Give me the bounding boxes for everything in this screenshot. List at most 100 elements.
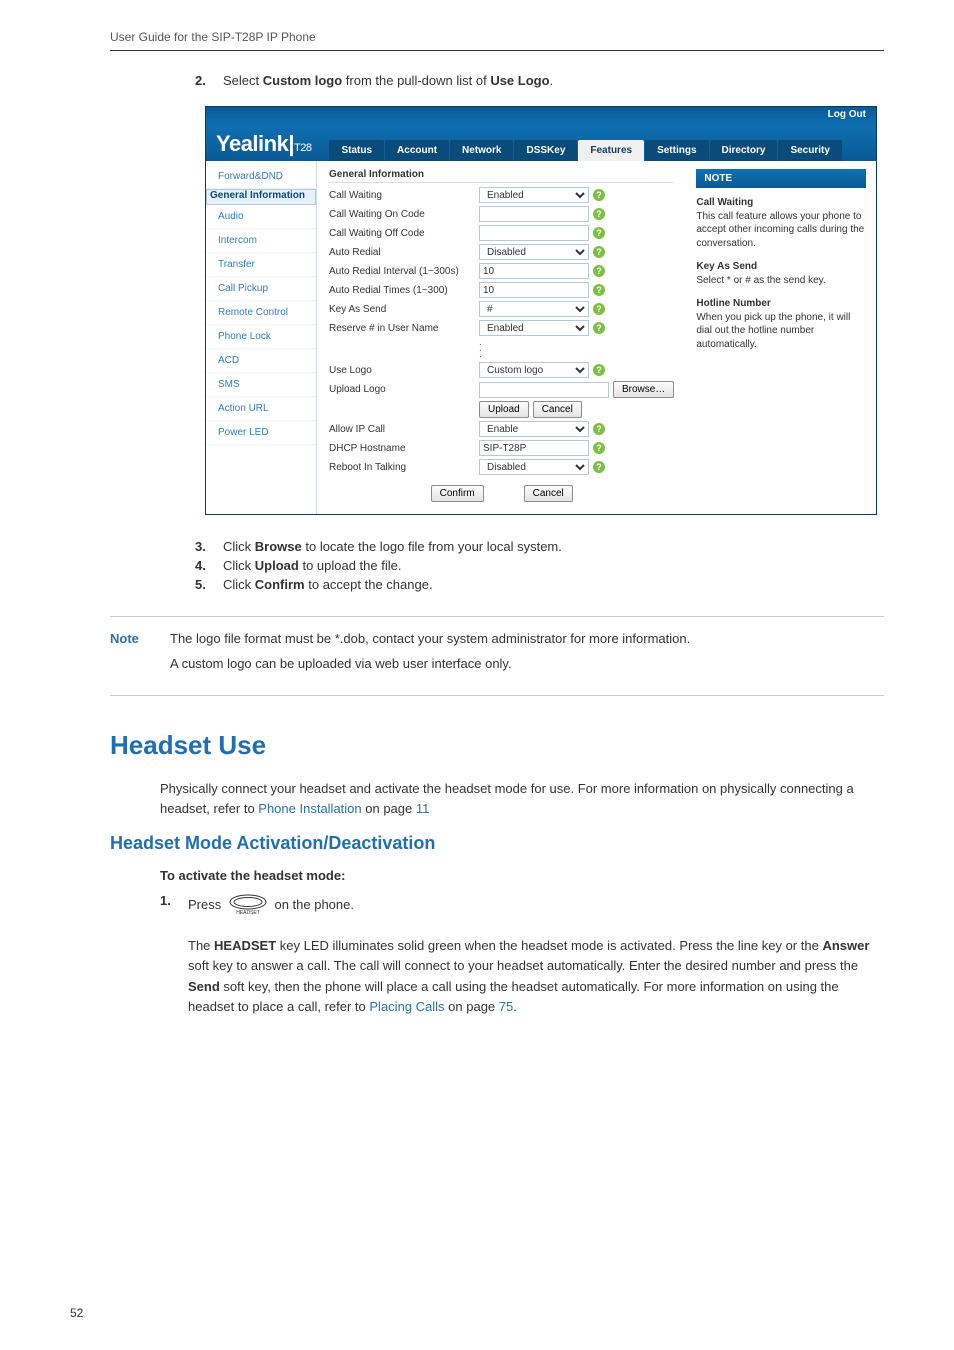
activate-head: To activate the headset mode: xyxy=(160,868,884,883)
cancel-upload-button[interactable]: Cancel xyxy=(533,401,582,418)
txt-bold: Answer xyxy=(822,938,869,953)
sidebar-item[interactable]: ACD xyxy=(206,349,316,373)
sidebar-item[interactable]: General Information xyxy=(206,189,316,205)
use-logo-row: Use Logo Custom logo ? xyxy=(329,362,674,378)
confirm-button[interactable]: Confirm xyxy=(431,485,484,502)
form-label: Auto Redial Interval (1~300s) xyxy=(329,266,479,277)
form-label: Reserve # in User Name xyxy=(329,323,479,334)
cancel-button[interactable]: Cancel xyxy=(524,485,573,502)
step-text-b2: Use Logo xyxy=(490,73,549,88)
help-icon[interactable]: ? xyxy=(593,461,605,473)
step-number: 4. xyxy=(195,558,223,573)
help-icon[interactable]: ? xyxy=(593,364,605,376)
form-field[interactable] xyxy=(479,225,589,241)
tab-account[interactable]: Account xyxy=(385,140,449,161)
tab-dsskey[interactable]: DSSKey xyxy=(514,140,577,161)
tab-network[interactable]: Network xyxy=(450,140,513,161)
note-block: Key As SendSelect * or # as the send key… xyxy=(696,260,866,287)
step-text: Press HEADSET on the phone. xyxy=(188,893,354,918)
page-ref: 75 xyxy=(499,999,513,1014)
sidebar-item[interactable]: Action URL xyxy=(206,397,316,421)
help-icon[interactable]: ? xyxy=(593,284,605,296)
brand-logo: Yealink|T28 xyxy=(216,131,311,157)
help-icon[interactable]: ? xyxy=(593,303,605,315)
logout-link[interactable]: Log Out xyxy=(828,107,876,120)
step-text-mid: from the pull-down list of xyxy=(342,73,490,88)
txt: key LED illuminates solid green when the… xyxy=(276,938,822,953)
sidebar-item[interactable]: Call Pickup xyxy=(206,277,316,301)
headset-key-icon: HEADSET xyxy=(225,893,271,918)
form-field[interactable] xyxy=(479,263,589,279)
form-row: Reboot In TalkingDisabled? xyxy=(329,459,674,475)
page-number: 52 xyxy=(70,1306,83,1320)
form-field[interactable]: Enabled xyxy=(479,320,589,336)
help-icon[interactable]: ? xyxy=(593,423,605,435)
sidebar-item[interactable]: Audio xyxy=(206,205,316,229)
form-row: Call Waiting Off Code? xyxy=(329,225,674,241)
form-field[interactable]: Disabled xyxy=(479,459,589,475)
tab-features[interactable]: Features xyxy=(578,140,644,161)
sidebar-item[interactable]: Transfer xyxy=(206,253,316,277)
note-block: Hotline NumberWhen you pick up the phone… xyxy=(696,297,866,351)
help-icon[interactable]: ? xyxy=(593,265,605,277)
form-label: Allow IP Call xyxy=(329,424,479,435)
rows-ellipsis: ... xyxy=(479,340,674,358)
body-paragraph: Physically connect your headset and acti… xyxy=(160,779,884,819)
link-placing-calls[interactable]: Placing Calls xyxy=(369,999,444,1014)
form-row: Reserve # in User NameEnabled? xyxy=(329,320,674,336)
upload-button[interactable]: Upload xyxy=(479,401,529,418)
help-icon[interactable]: ? xyxy=(593,189,605,201)
help-icon[interactable]: ? xyxy=(593,208,605,220)
sidebar-item[interactable]: Remote Control xyxy=(206,301,316,325)
form-field[interactable]: # xyxy=(479,301,589,317)
center-panel: General Information Call WaitingEnabled?… xyxy=(317,161,686,514)
txt-bold: HEADSET xyxy=(214,938,276,953)
sidebar-item[interactable]: SMS xyxy=(206,373,316,397)
form-label: Call Waiting Off Code xyxy=(329,228,479,239)
form-label: Call Waiting xyxy=(329,190,479,201)
tab-security[interactable]: Security xyxy=(778,140,841,161)
tab-settings[interactable]: Settings xyxy=(645,140,708,161)
help-icon[interactable]: ? xyxy=(593,442,605,454)
sidebar-item[interactable]: Phone Lock xyxy=(206,325,316,349)
step-number: 5. xyxy=(195,577,223,592)
browse-button[interactable]: Browse… xyxy=(613,381,674,398)
section-title-headset-use: Headset Use xyxy=(110,730,884,761)
brand-sub: T28 xyxy=(294,142,311,154)
body-paragraph: The HEADSET key LED illuminates solid gr… xyxy=(188,936,884,1017)
txt: on page xyxy=(445,999,499,1014)
sidebar-item[interactable]: Forward&DND xyxy=(206,165,316,189)
step-number: 3. xyxy=(195,539,223,554)
form-field[interactable] xyxy=(479,206,589,222)
sidebar-item[interactable]: Intercom xyxy=(206,229,316,253)
tab-status[interactable]: Status xyxy=(329,140,384,161)
upload-logo-label: Upload Logo xyxy=(329,384,479,395)
note-paragraph: A custom logo can be uploaded via web us… xyxy=(170,656,690,671)
form-field[interactable] xyxy=(479,440,589,456)
brand-name: Yealink xyxy=(216,131,288,156)
note-label: Note xyxy=(110,631,170,681)
link-phone-installation[interactable]: Phone Installation xyxy=(258,801,361,816)
form-field[interactable]: Enable xyxy=(479,421,589,437)
form-label: Auto Redial xyxy=(329,247,479,258)
step-text: Click Browse to locate the logo file fro… xyxy=(223,539,562,554)
step-text-pre: Select xyxy=(223,73,263,88)
help-icon[interactable]: ? xyxy=(593,322,605,334)
form-field[interactable]: Disabled xyxy=(479,244,589,260)
note-block: Call WaitingThis call feature allows you… xyxy=(696,196,866,250)
help-icon[interactable]: ? xyxy=(593,227,605,239)
txt: The xyxy=(188,938,214,953)
sidebar-item[interactable]: Power LED xyxy=(206,421,316,445)
form-field[interactable] xyxy=(479,282,589,298)
use-logo-select[interactable]: Custom logo xyxy=(479,362,589,378)
help-icon[interactable]: ? xyxy=(593,246,605,258)
form-row: Auto RedialDisabled? xyxy=(329,244,674,260)
form-row: Auto Redial Times (1~300)? xyxy=(329,282,674,298)
step-text: Click Upload to upload the file. xyxy=(223,558,401,573)
subsection-title-activation: Headset Mode Activation/Deactivation xyxy=(110,833,884,854)
form-field[interactable]: Enabled xyxy=(479,187,589,203)
txt-bold: Send xyxy=(188,979,220,994)
tab-directory[interactable]: Directory xyxy=(710,140,778,161)
upload-logo-path[interactable] xyxy=(479,382,609,398)
form-row: Auto Redial Interval (1~300s)? xyxy=(329,263,674,279)
